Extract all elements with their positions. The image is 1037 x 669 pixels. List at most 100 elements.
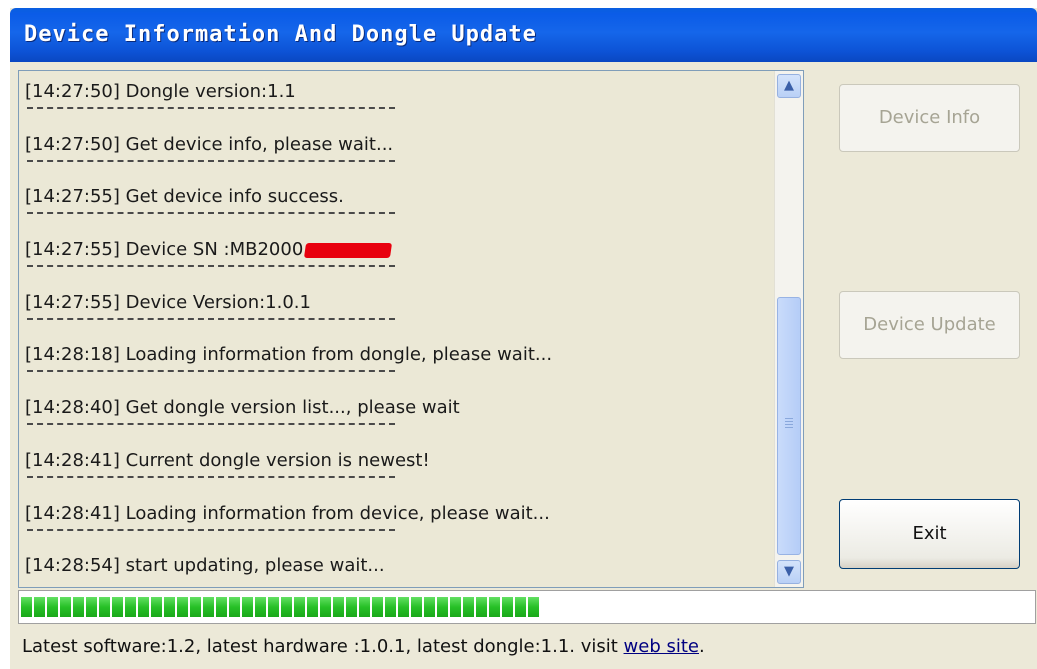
web-site-link[interactable]: web site xyxy=(624,636,699,657)
log-time: [14:28:40] xyxy=(25,397,120,419)
status-suffix: . xyxy=(699,636,705,657)
log-list[interactable]: [14:27:50] Dongle version:1.1 [14:27:50] … xyxy=(18,70,804,588)
progress-block xyxy=(86,597,97,617)
log-separator xyxy=(27,423,395,426)
progress-block xyxy=(385,597,396,617)
log-message: Device SN :MB2000 xyxy=(125,239,304,261)
log-entry: [14:28:18] Loading information from dong… xyxy=(25,334,777,387)
update-progress-bar xyxy=(18,590,1036,624)
progress-block xyxy=(177,597,188,617)
progress-block xyxy=(73,597,84,617)
progress-block xyxy=(281,597,292,617)
log-message: Get dongle version list..., please wait xyxy=(125,397,460,419)
device-info-button[interactable]: Device Info xyxy=(839,84,1020,152)
log-line: [14:27:55] Get device info success. xyxy=(25,186,344,207)
log-time: [14:27:55] xyxy=(25,239,120,261)
log-entry: [14:28:40] Get dongle version list..., p… xyxy=(25,387,777,440)
progress-block xyxy=(99,597,110,617)
scroll-up-button[interactable]: ▲ xyxy=(777,74,801,98)
log-time: [14:27:50] xyxy=(25,81,120,102)
progress-block xyxy=(398,597,409,617)
log-time: [14:27:50] xyxy=(25,133,120,155)
log-entry: [14:27:50] Get device info, please wait.… xyxy=(25,124,777,177)
progress-block xyxy=(229,597,240,617)
vertical-scrollbar[interactable]: ▲ ▼ xyxy=(774,71,803,587)
log-message: Get device info, please wait... xyxy=(125,133,394,155)
log-entry: [14:28:41] Current dongle version is new… xyxy=(25,440,777,493)
progress-block xyxy=(476,597,487,617)
progress-block xyxy=(190,597,201,617)
status-bar: Latest software:1.2, latest hardware :1.… xyxy=(22,636,705,657)
log-entry: [14:27:55] Device SN :MB2000 xyxy=(25,229,777,282)
log-line: [14:27:55] Device SN :MB2000 xyxy=(25,239,393,261)
title-bar: Device Information And Dongle Update xyxy=(10,8,1037,62)
log-entry: [14:28:41] Loading information from devi… xyxy=(25,493,777,546)
progress-block xyxy=(346,597,357,617)
log-line: [14:28:41] Current dongle version is new… xyxy=(25,450,430,471)
exit-button[interactable]: Exit xyxy=(839,499,1020,569)
progress-block xyxy=(437,597,448,617)
log-line: [14:28:40] Get dongle version list..., p… xyxy=(25,397,460,418)
progress-block xyxy=(164,597,175,617)
log-entry: [14:27:55] Get device info success. xyxy=(25,176,777,229)
progress-block xyxy=(216,597,227,617)
progress-block xyxy=(242,597,253,617)
log-time: [14:27:55] xyxy=(25,186,120,208)
log-time: [14:28:41] xyxy=(25,502,120,524)
log-separator xyxy=(27,265,395,268)
progress-block xyxy=(268,597,279,617)
log-line: [14:27:50] Get device info, please wait.… xyxy=(25,134,393,155)
progress-block xyxy=(60,597,71,617)
progress-fill xyxy=(21,597,541,617)
log-content: [14:27:50] Dongle version:1.1 [14:27:50] … xyxy=(25,71,777,587)
progress-block xyxy=(255,597,266,617)
progress-block xyxy=(489,597,500,617)
progress-block xyxy=(294,597,305,617)
chevron-up-icon: ▲ xyxy=(784,78,794,93)
progress-block xyxy=(333,597,344,617)
log-separator xyxy=(27,159,395,162)
progress-block xyxy=(34,597,45,617)
status-text: Latest software:1.2, latest hardware :1.… xyxy=(22,636,624,657)
log-message: Current dongle version is newest! xyxy=(125,449,430,471)
progress-block xyxy=(307,597,318,617)
progress-block xyxy=(203,597,214,617)
log-entry: [14:28:54] start updating, please wait..… xyxy=(25,545,777,587)
progress-block xyxy=(528,597,539,617)
chevron-down-icon: ▼ xyxy=(784,564,794,579)
log-entry: [14:27:55] Device Version:1.0.1 xyxy=(25,282,777,335)
window-title: Device Information And Dongle Update xyxy=(24,22,537,47)
log-message: Loading information from dongle, please … xyxy=(125,344,553,366)
log-message: start updating, please wait... xyxy=(125,555,385,577)
log-line: [14:27:55] Device Version:1.0.1 xyxy=(25,292,311,313)
scroll-down-button[interactable]: ▼ xyxy=(777,560,801,584)
log-separator xyxy=(27,212,395,215)
log-message: Loading information from device, please … xyxy=(125,502,550,524)
log-line: [14:28:18] Loading information from dong… xyxy=(25,344,552,365)
log-line: [14:28:41] Loading information from devi… xyxy=(25,503,550,524)
progress-block xyxy=(424,597,435,617)
log-separator xyxy=(27,370,395,373)
log-time: [14:28:54] xyxy=(25,555,120,577)
progress-block xyxy=(21,597,32,617)
log-separator xyxy=(27,528,395,531)
log-separator xyxy=(27,107,395,109)
log-time: [14:28:41] xyxy=(25,449,120,471)
progress-block xyxy=(151,597,162,617)
scrollbar-thumb[interactable] xyxy=(777,297,801,555)
log-entry: [14:27:50] Dongle version:1.1 xyxy=(25,71,777,124)
progress-block xyxy=(359,597,370,617)
progress-block xyxy=(463,597,474,617)
log-time: [14:28:18] xyxy=(25,344,120,366)
device-update-button[interactable]: Device Update xyxy=(839,291,1020,359)
log-line: [14:28:54] start updating, please wait..… xyxy=(25,555,385,576)
log-message: Device Version:1.0.1 xyxy=(125,291,311,313)
progress-block xyxy=(125,597,136,617)
progress-block xyxy=(372,597,383,617)
app-window: Device Information And Dongle Update [14… xyxy=(10,8,1037,669)
progress-block xyxy=(47,597,58,617)
log-line: [14:27:50] Dongle version:1.1 xyxy=(25,81,296,102)
progress-block xyxy=(502,597,513,617)
grip-icon xyxy=(785,418,793,430)
log-message: Get device info success. xyxy=(125,186,344,208)
